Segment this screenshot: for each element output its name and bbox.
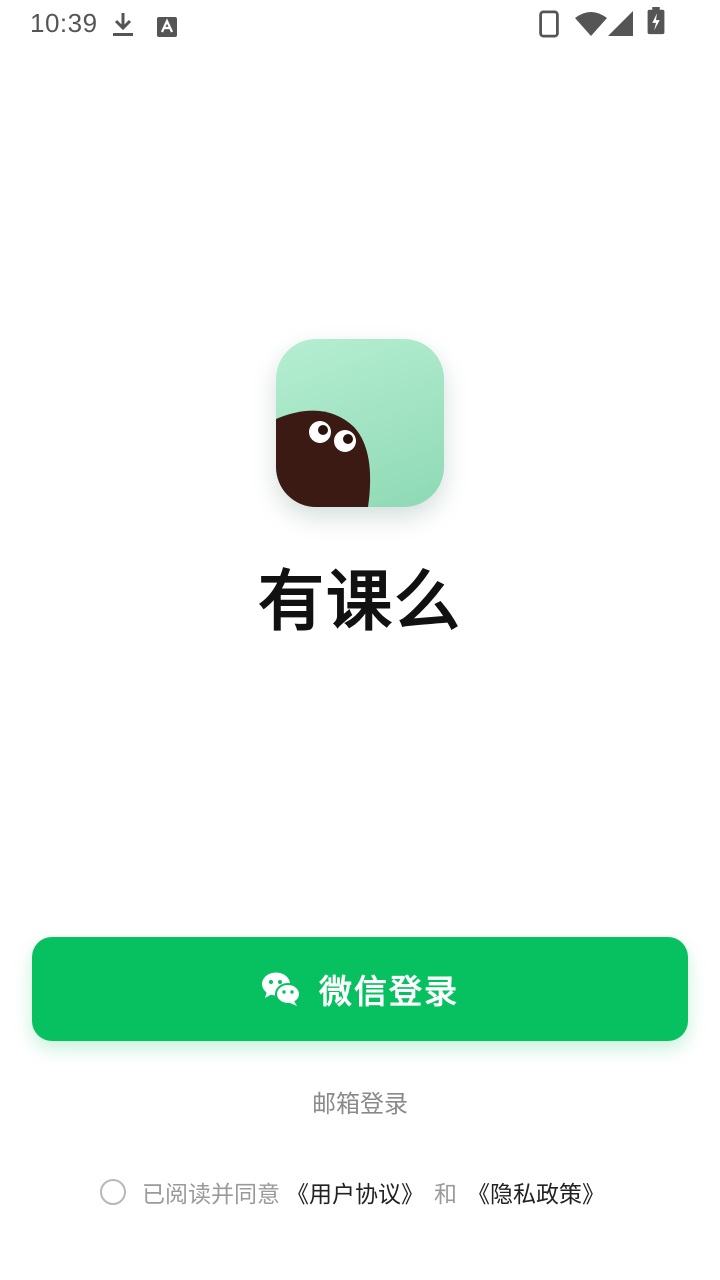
agreement-row: 已阅读并同意 《用户协议》 和 《隐私政策》 — [100, 1172, 611, 1212]
agreement-prefix: 已阅读并同意 — [142, 1182, 280, 1208]
status-time: 10:39 — [30, 8, 98, 38]
battery-charging-icon — [647, 7, 665, 35]
status-bar: 10:39 — [0, 0, 720, 48]
wechat-icon — [262, 972, 301, 1006]
agree-checkbox[interactable] — [100, 1179, 126, 1205]
download-icon — [113, 13, 133, 36]
app-name: 有课么 — [258, 563, 462, 640]
email-login-link[interactable]: 邮箱登录 — [260, 1084, 460, 1124]
login-screen: 10:39 有课么 微信登录 邮箱登录 已阅读并同意 《用户协议》 和 《隐私政… — [0, 0, 720, 1280]
app-logo-graphic — [276, 410, 371, 507]
wechat-login-button[interactable]: 微信登录 — [32, 937, 688, 1041]
wechat-login-label: 微信登录 — [319, 972, 459, 1011]
keyboard-a-icon — [157, 17, 177, 37]
signal-icon — [608, 11, 633, 36]
user-agreement-link[interactable]: 《用户协议》 — [286, 1175, 424, 1209]
agreement-and: 和 — [434, 1182, 457, 1208]
privacy-policy-link[interactable]: 《隐私政策》 — [467, 1175, 605, 1209]
wifi-icon — [575, 12, 607, 36]
app-logo — [276, 339, 444, 507]
phone-icon — [539, 10, 559, 38]
